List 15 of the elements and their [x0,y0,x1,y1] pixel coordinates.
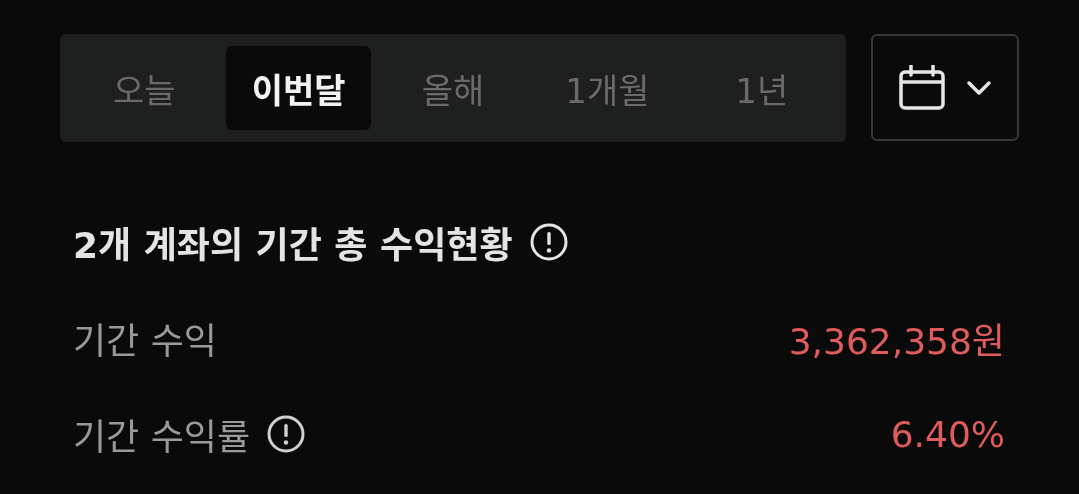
row-label: 기간 수익률 [73,416,251,460]
row-value: 3,362,358원 [788,320,1005,364]
period-tab[interactable]: 이번달 [226,46,371,130]
calendar-button[interactable] [871,34,1019,141]
calendar-icon [898,64,946,111]
summary-title: 2개 계좌의 기간 총 수익현황 [73,224,513,268]
period-tab[interactable]: 1년 [689,46,834,130]
chevron-down-icon [966,79,992,96]
info-icon[interactable] [528,222,569,262]
info-icon[interactable] [266,414,307,454]
row-label: 기간 수익 [73,320,217,364]
period-tab[interactable]: 1개월 [535,46,680,130]
row-value: 6.40% [890,413,1005,455]
period-tab[interactable]: 올해 [380,46,526,130]
period-tab[interactable]: 오늘 [72,46,217,130]
